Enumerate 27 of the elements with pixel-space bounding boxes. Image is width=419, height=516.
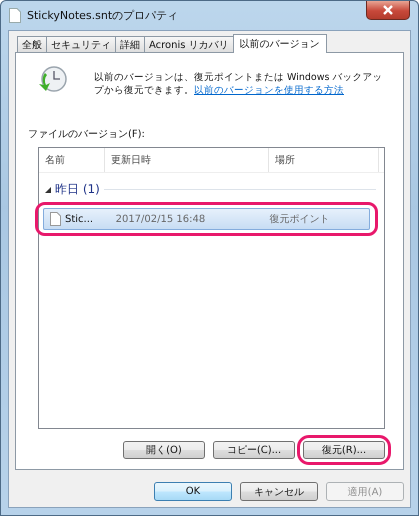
help-link[interactable]: 以前のバージョンを使用する方法 [194, 85, 344, 96]
tab[interactable]: 全般 [17, 36, 47, 52]
action-button[interactable]: 復元(R)... [303, 441, 385, 459]
file-name: Stic... [65, 214, 94, 224]
document-icon [9, 8, 21, 23]
close-icon [382, 5, 394, 15]
list-label: ファイルのバージョン(F): [28, 128, 146, 141]
close-button[interactable] [366, 1, 410, 20]
action-button[interactable]: コピー(C)... [213, 441, 295, 459]
tab[interactable]: 詳細 [115, 36, 145, 52]
tab[interactable]: Acronis リカバリ [144, 36, 234, 52]
tab[interactable]: セキュリティ [46, 36, 116, 52]
dialog-button[interactable]: キャンセル [240, 482, 318, 501]
list-row[interactable]: Stic... 2017/02/15 16:48 復元ポイント [43, 208, 370, 230]
description-text: 以前のバージョンは、復元ポイントまたは Windows バックアップから復元できます。以前のバージョンを使用する方法 [94, 71, 384, 97]
window-title: StickyNotes.sntのプロパティ [27, 8, 178, 23]
location-cell-text: 復元ポイント [268, 213, 331, 226]
column-header[interactable]: 更新日時 [105, 148, 269, 172]
dialog-button[interactable]: OK [154, 482, 232, 501]
tab[interactable]: 以前のバージョン [232, 34, 327, 53]
group-header: 昨日 (1) [55, 181, 100, 198]
column-header[interactable]: 場所 [269, 148, 379, 172]
column-header[interactable]: 名前 [39, 148, 105, 172]
action-button[interactable]: 開く(O) [123, 441, 205, 459]
date-cell-text: 2017/02/15 16:48 [114, 214, 206, 224]
document-icon [50, 212, 61, 226]
expand-icon[interactable] [45, 186, 51, 192]
